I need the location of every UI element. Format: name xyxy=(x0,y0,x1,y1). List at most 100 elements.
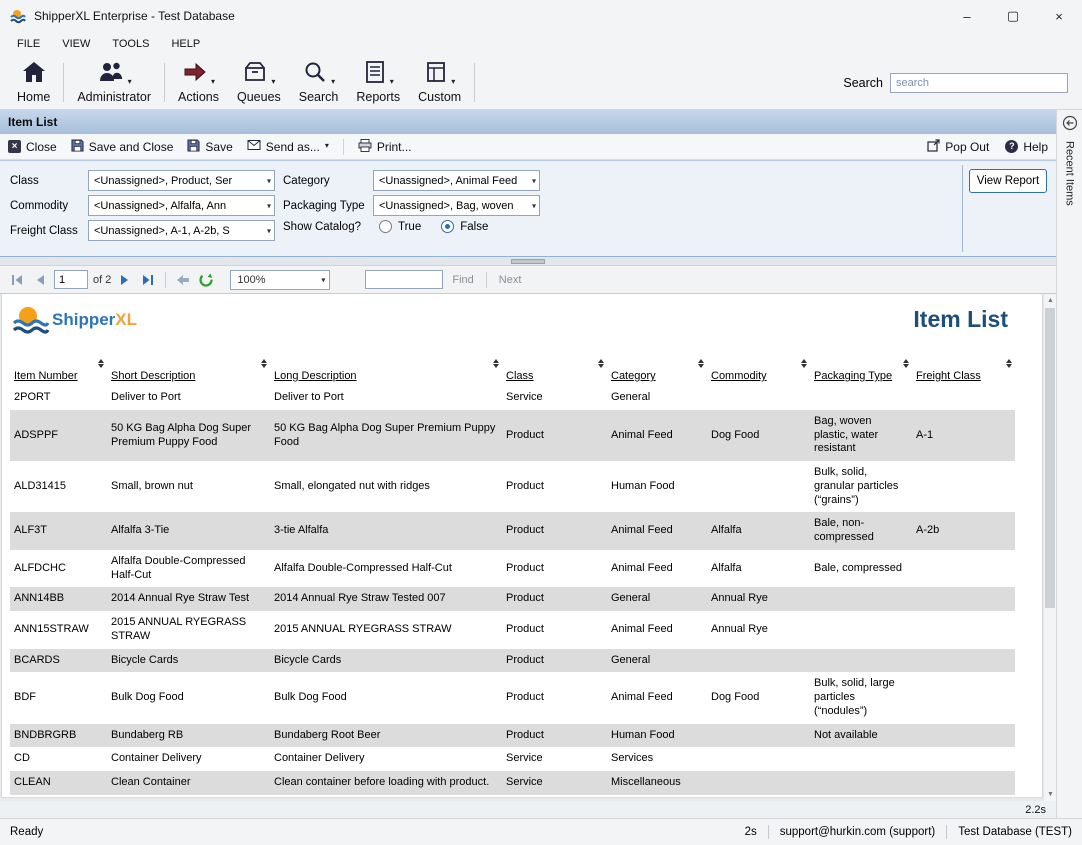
toolbar-button-queues[interactable]: ▾ Queues xyxy=(228,58,290,107)
column-header-short-description[interactable]: Short Description xyxy=(107,356,270,386)
current-page-input[interactable] xyxy=(54,270,88,289)
search-label: Search xyxy=(843,76,883,90)
column-header-commodity[interactable]: Commodity xyxy=(707,356,810,386)
table-cell: Bundaberg RB xyxy=(107,724,270,748)
refresh-button[interactable] xyxy=(197,271,215,289)
toolbar-button-home[interactable]: Home xyxy=(8,58,59,107)
previous-page-button[interactable] xyxy=(31,271,49,289)
report-vertical-scrollbar[interactable]: ▲ ▼ xyxy=(1043,294,1056,801)
toolbar-label: Search xyxy=(299,90,339,104)
column-header-packaging-type[interactable]: Packaging Type xyxy=(810,356,912,386)
column-header-item-number[interactable]: Item Number xyxy=(10,356,107,386)
table-cell: Animal Feed xyxy=(607,410,707,461)
send-as-button[interactable]: Send as... ▾ xyxy=(247,139,329,154)
save-button[interactable]: Save xyxy=(187,139,232,155)
show-catalog-true-radio[interactable] xyxy=(379,220,392,233)
sort-icon[interactable] xyxy=(98,359,104,368)
commodity-filter-select[interactable]: <Unassigned>, Alfalfa, Ann ▾ xyxy=(88,195,275,216)
table-cell: Dog Food xyxy=(707,672,810,723)
freight-class-filter-select[interactable]: <Unassigned>, A-1, A-2b, S ▾ xyxy=(88,220,275,241)
category-filter-label: Category xyxy=(283,175,373,187)
packaging-type-filter-select[interactable]: <Unassigned>, Bag, woven ▾ xyxy=(373,195,540,216)
table-cell: BCARDS xyxy=(10,649,107,673)
view-report-button[interactable]: View Report xyxy=(969,169,1047,193)
send-envelope-icon xyxy=(247,139,261,154)
table-row: ALF3TAlfalfa 3-Tie3-tie AlfalfaProductAn… xyxy=(10,512,1015,550)
status-duration: 2s xyxy=(745,826,757,838)
column-header-category[interactable]: Category xyxy=(607,356,707,386)
help-button[interactable]: ? Help xyxy=(1005,140,1048,154)
menu-tools[interactable]: TOOLS xyxy=(101,34,160,54)
scroll-down-icon[interactable]: ▼ xyxy=(1044,788,1056,801)
column-header-freight-class[interactable]: Freight Class xyxy=(912,356,1015,386)
table-cell: ALF3T xyxy=(10,512,107,550)
status-ready-text: Ready xyxy=(10,826,43,838)
global-search-input[interactable] xyxy=(890,73,1068,93)
toolbar-button-custom[interactable]: ▾ Custom xyxy=(409,58,470,107)
statusbar-separator xyxy=(768,825,769,839)
table-cell: ALD31415 xyxy=(10,461,107,512)
menu-view[interactable]: VIEW xyxy=(51,34,101,54)
table-row: ADSPPF50 KG Bag Alpha Dog Super Premium … xyxy=(10,410,1015,461)
last-page-button[interactable] xyxy=(139,271,157,289)
toolbar-button-search[interactable]: ▾ Search xyxy=(290,58,348,107)
table-cell: Product xyxy=(502,587,607,611)
first-page-button[interactable] xyxy=(8,271,26,289)
maximize-button[interactable]: ▢ xyxy=(990,0,1036,32)
administrator-icon xyxy=(97,60,125,87)
table-cell: Product xyxy=(502,461,607,512)
scrollbar-thumb[interactable] xyxy=(1045,308,1055,608)
actions-arrow-icon xyxy=(182,60,208,87)
show-catalog-false-radio[interactable] xyxy=(441,220,454,233)
sort-icon[interactable] xyxy=(598,359,604,368)
sort-icon[interactable] xyxy=(698,359,704,368)
minimize-button[interactable]: – xyxy=(944,0,990,32)
sort-icon[interactable] xyxy=(493,359,499,368)
back-to-parent-report-button[interactable] xyxy=(174,271,192,289)
send-as-label: Send as... xyxy=(266,140,320,154)
auto-hide-pin-icon[interactable] xyxy=(1062,115,1078,134)
toolbar-button-administrator[interactable]: ▾ Administrator xyxy=(68,58,160,107)
table-row: ANN14BB2014 Annual Rye Straw Test2014 An… xyxy=(10,587,1015,611)
zoom-select[interactable]: 100% ▾ xyxy=(230,270,330,290)
print-button[interactable]: Print... xyxy=(358,139,412,155)
table-cell: Clean Container xyxy=(107,771,270,795)
splitter-grip-icon[interactable] xyxy=(511,259,545,264)
sort-icon[interactable] xyxy=(1006,359,1012,368)
page-title: Item List xyxy=(8,115,57,129)
column-header-long-description[interactable]: Long Description xyxy=(270,356,502,386)
table-cell: 2014 Annual Rye Straw Test xyxy=(107,587,270,611)
table-cell: Bulk, solid, large particles (“nodules”) xyxy=(810,672,912,723)
menu-file[interactable]: FILE xyxy=(6,34,51,54)
table-cell: General xyxy=(607,587,707,611)
category-filter-select[interactable]: <Unassigned>, Animal Feed ▾ xyxy=(373,170,540,191)
find-button[interactable]: Find xyxy=(448,274,477,286)
sort-icon[interactable] xyxy=(801,359,807,368)
table-cell: ADSPPF xyxy=(10,410,107,461)
panel-splitter[interactable] xyxy=(0,257,1056,266)
toolbar-button-reports[interactable]: ▾ Reports xyxy=(347,58,409,107)
close-record-button[interactable]: × Close xyxy=(8,140,57,154)
column-header-class[interactable]: Class xyxy=(502,356,607,386)
menu-bar: FILE VIEW TOOLS HELP xyxy=(0,32,1082,56)
next-page-button[interactable] xyxy=(116,271,134,289)
chevron-down-icon: ▾ xyxy=(325,142,329,151)
menu-help[interactable]: HELP xyxy=(160,34,211,54)
close-window-button[interactable]: × xyxy=(1036,0,1082,32)
status-database: Test Database (TEST) xyxy=(958,826,1072,838)
table-cell: Bale, compressed xyxy=(810,550,912,588)
recent-items-panel[interactable]: Recent Items xyxy=(1056,110,1082,818)
print-icon xyxy=(358,139,372,155)
sort-icon[interactable] xyxy=(903,359,909,368)
pop-out-button[interactable]: Pop Out xyxy=(927,139,989,155)
table-cell: ANN15STRAW xyxy=(10,611,107,649)
find-text-input[interactable] xyxy=(365,270,443,289)
class-filter-select[interactable]: <Unassigned>, Product, Ser ▾ xyxy=(88,170,275,191)
table-cell: Bale, non-compressed xyxy=(810,512,912,550)
scroll-up-icon[interactable]: ▲ xyxy=(1044,294,1056,307)
sort-icon[interactable] xyxy=(261,359,267,368)
toolbar-button-actions[interactable]: ▾ Actions xyxy=(169,58,228,107)
save-and-close-button[interactable]: Save and Close xyxy=(71,139,174,155)
find-next-button[interactable]: Next xyxy=(495,274,526,286)
recent-items-label[interactable]: Recent Items xyxy=(1064,141,1076,206)
